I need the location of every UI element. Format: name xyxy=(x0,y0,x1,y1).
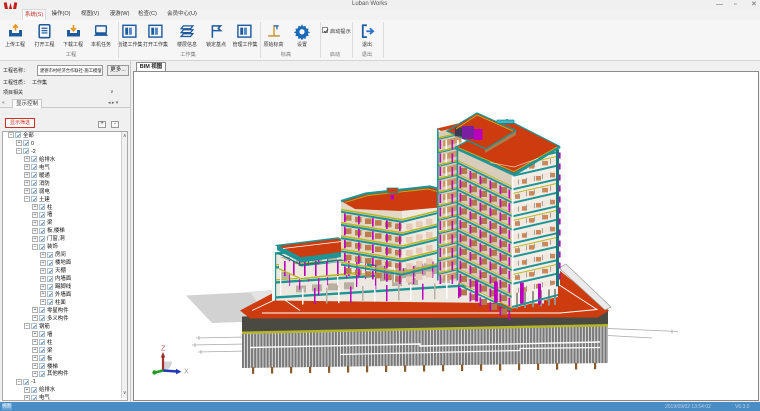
svg-text:Z: Z xyxy=(161,345,166,352)
svg-text:X: X xyxy=(184,368,189,375)
